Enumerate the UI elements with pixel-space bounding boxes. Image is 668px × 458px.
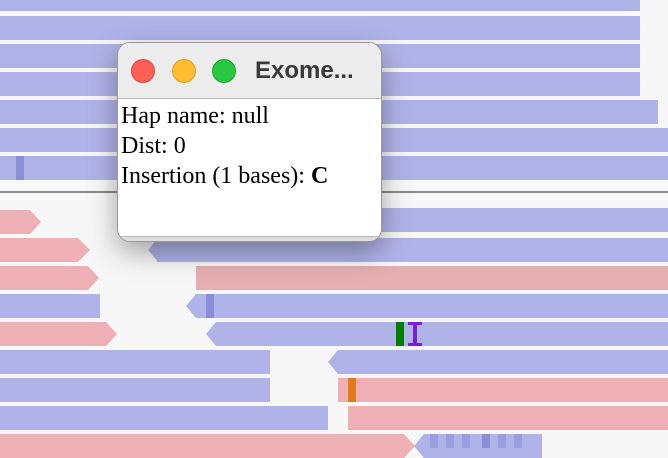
read-bar[interactable] (370, 208, 668, 232)
mismatch-marker (462, 434, 470, 448)
reverse-read-arrow[interactable] (0, 434, 416, 458)
forward-read-arrow[interactable] (328, 350, 668, 374)
hap-name-value: null (231, 103, 269, 129)
forward-read-arrow[interactable] (186, 294, 668, 318)
insertion-marker[interactable] (408, 322, 422, 346)
reverse-read-arrow[interactable] (0, 210, 42, 234)
insertion-line: Insertion (1 bases): C (121, 161, 378, 191)
close-button[interactable] (131, 59, 155, 83)
insertion-value: C (310, 163, 329, 189)
insertion-label: Insertion (1 bases): (121, 163, 305, 189)
base-C-marker (348, 378, 356, 402)
read-bar[interactable] (0, 16, 640, 40)
hap-name-label: Hap name: (121, 103, 226, 129)
read-bar[interactable] (0, 378, 270, 402)
dist-label: Dist: (121, 133, 168, 159)
mismatch-marker (446, 434, 454, 448)
hap-name-line: Hap name: null (121, 101, 378, 131)
read-bar[interactable] (0, 406, 328, 430)
forward-read-arrow[interactable] (206, 322, 668, 346)
dist-line: Dist: 0 (121, 131, 378, 161)
read-bar[interactable] (0, 350, 270, 374)
base-A-marker (396, 322, 404, 346)
read-info-popup: Exome... Hap name: null Dist: 0 Insertio… (117, 42, 382, 242)
popup-title: Exome... (255, 57, 354, 84)
mismatch-marker (16, 156, 24, 180)
reverse-read-arrow[interactable] (0, 266, 100, 290)
reverse-read-arrow[interactable] (0, 322, 118, 346)
minimize-button[interactable] (172, 59, 196, 83)
read-bar[interactable] (348, 406, 668, 430)
read-bar[interactable] (0, 294, 100, 318)
mismatch-marker (430, 434, 438, 448)
mismatch-marker (498, 434, 506, 448)
dist-value: 0 (173, 133, 186, 159)
reverse-read-arrow[interactable] (0, 238, 92, 262)
mismatch-marker (206, 294, 214, 318)
mismatch-marker (482, 434, 490, 448)
popup-bottom-edge (118, 236, 381, 241)
read-bar[interactable] (0, 0, 640, 11)
popup-content: Hap name: null Dist: 0 Insertion (1 base… (118, 99, 381, 193)
mismatch-marker (514, 434, 522, 448)
read-bar[interactable] (196, 266, 668, 290)
zoom-button[interactable] (212, 59, 236, 83)
popup-titlebar[interactable]: Exome... (118, 43, 381, 99)
read-bar[interactable] (338, 378, 668, 402)
